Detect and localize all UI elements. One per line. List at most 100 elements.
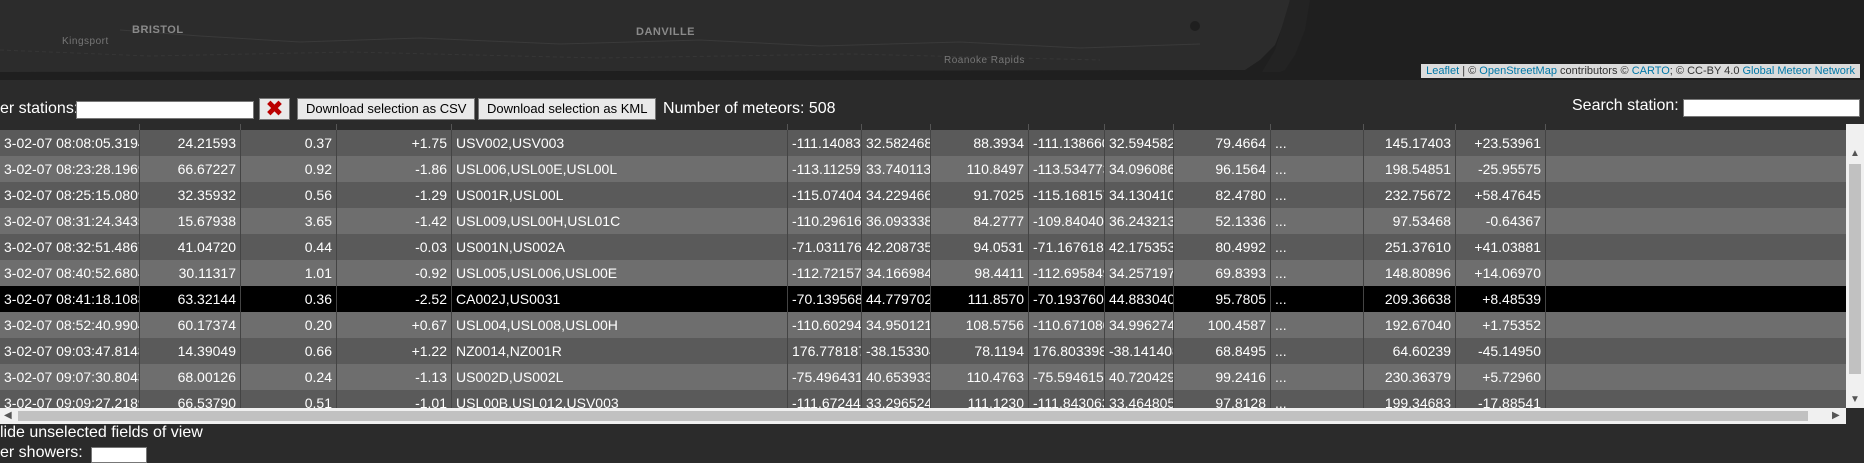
leaflet-link[interactable]: Leaflet bbox=[1426, 65, 1459, 77]
table-cell: 176.778187 bbox=[788, 338, 862, 364]
table-cell: NZ0014,NZ001R bbox=[452, 338, 788, 364]
table-row[interactable]: 3-02-07 09:09:27.21893166.537900.51-1.01… bbox=[0, 390, 1846, 408]
table-cell: 1.01 bbox=[241, 260, 337, 286]
download-csv-button[interactable]: Download selection as CSV bbox=[297, 98, 476, 120]
map-panel[interactable]: Kingsport BRISTOL DANVILLE Roanoke Rapid… bbox=[0, 0, 1864, 80]
scroll-left-icon[interactable]: ◀ bbox=[4, 410, 12, 421]
table-cell: USL006,USL00E,USL00L bbox=[452, 156, 788, 182]
scroll-down-icon[interactable]: ▼ bbox=[1850, 394, 1860, 405]
table-cell: -1.01 bbox=[337, 390, 452, 408]
hide-unselected-label[interactable]: lide unselected fields of view bbox=[0, 424, 203, 442]
table-cell: USV002,USV003 bbox=[452, 130, 788, 156]
table-row[interactable]: 3-02-07 08:25:15.08091232.359320.56-1.29… bbox=[0, 182, 1846, 208]
table-cell: -112.695849 bbox=[1029, 260, 1105, 286]
table-cell: 34.166984 bbox=[862, 260, 931, 286]
table-cell: -0.64367 bbox=[1456, 208, 1546, 234]
table-row-selected[interactable]: 3-02-07 08:41:18.10888163.321440.36-2.52… bbox=[0, 286, 1846, 312]
meteor-count: Number of meteors: 508 bbox=[663, 100, 836, 117]
filter-stations-input[interactable] bbox=[76, 101, 254, 119]
table-cell: +1.75 bbox=[337, 130, 452, 156]
table-cell: 42.175353 bbox=[1105, 234, 1174, 260]
scroll-right-icon[interactable]: ▶ bbox=[1832, 410, 1840, 421]
table-row[interactable]: 3-02-07 08:40:52.68041330.113171.01-0.92… bbox=[0, 260, 1846, 286]
table-cell: 209.36638 bbox=[1364, 286, 1456, 312]
table-cell: 0.92 bbox=[241, 156, 337, 182]
table-row[interactable]: 3-02-07 08:08:05.31944924.215930.37+1.75… bbox=[0, 130, 1846, 156]
scroll-thumb[interactable] bbox=[1849, 164, 1861, 374]
table-cell: 69.8393 bbox=[1174, 260, 1271, 286]
table-cell: -0.03 bbox=[337, 234, 452, 260]
table-row[interactable]: 3-02-07 08:31:24.34352415.679383.65-1.42… bbox=[0, 208, 1846, 234]
filter-showers-input[interactable] bbox=[91, 446, 148, 463]
table-row[interactable]: 3-02-07 08:23:28.19696266.672270.92-1.86… bbox=[0, 156, 1846, 182]
search-station-input[interactable] bbox=[1683, 99, 1860, 117]
map-place-label: Kingsport bbox=[62, 36, 109, 47]
table-cell: USL005,USL006,USL00E bbox=[452, 260, 788, 286]
table-cell: 3-02-07 09:09:27.218931 bbox=[0, 390, 140, 408]
table-cell: -71.031176 bbox=[788, 234, 862, 260]
table-cell: 68.00126 bbox=[140, 364, 241, 390]
table-cell: ... bbox=[1271, 312, 1364, 338]
table-cell: -70.193760 bbox=[1029, 286, 1105, 312]
table-cell: 111.1230 bbox=[931, 390, 1029, 408]
table-cell: 15.67938 bbox=[140, 208, 241, 234]
scroll-thumb[interactable] bbox=[18, 411, 1808, 421]
table-cell: 0.66 bbox=[241, 338, 337, 364]
table-cell: +14.06970 bbox=[1456, 260, 1546, 286]
carto-link[interactable]: CARTO bbox=[1632, 65, 1670, 77]
table-cell: 64.60239 bbox=[1364, 338, 1456, 364]
table-row[interactable]: 3-02-07 08:32:51.48672541.047200.44-0.03… bbox=[0, 234, 1846, 260]
table-cell: 34.950121 bbox=[862, 312, 931, 338]
attribution-text: | © bbox=[1459, 65, 1480, 77]
table-cell: 36.093338 bbox=[862, 208, 931, 234]
table-cell: 111.8570 bbox=[931, 286, 1029, 312]
download-kml-button[interactable]: Download selection as KML bbox=[478, 98, 657, 120]
table-cell: -25.95575 bbox=[1456, 156, 1546, 182]
openstreetmap-link[interactable]: OpenStreetMap bbox=[1479, 65, 1557, 77]
table-row[interactable]: 3-02-07 09:07:30.80435468.001260.24-1.13… bbox=[0, 364, 1846, 390]
table-cell: +1.22 bbox=[337, 338, 452, 364]
global-meteor-network-link[interactable]: Global Meteor Network bbox=[1743, 65, 1856, 77]
table-cell: ... bbox=[1271, 364, 1364, 390]
table-cell: 94.0531 bbox=[931, 234, 1029, 260]
table-cell: USL004,USL008,USL00H bbox=[452, 312, 788, 338]
search-station-label: Search station: bbox=[1572, 97, 1679, 114]
table-cell: 66.67227 bbox=[140, 156, 241, 182]
filter-showers-label: er showers: bbox=[0, 444, 83, 461]
table-cell: 52.1336 bbox=[1174, 208, 1271, 234]
table-cell: 36.243213 bbox=[1105, 208, 1174, 234]
table-cell: -0.92 bbox=[337, 260, 452, 286]
table-cell: -2.52 bbox=[337, 286, 452, 312]
table-cell: +58.47645 bbox=[1456, 182, 1546, 208]
table-cell: 34.096086 bbox=[1105, 156, 1174, 182]
table-cell: 96.1564 bbox=[1174, 156, 1271, 182]
table-row[interactable]: 3-02-07 09:03:47.81481714.390490.66+1.22… bbox=[0, 338, 1846, 364]
table-cell: -45.14950 bbox=[1456, 338, 1546, 364]
horizontal-scrollbar[interactable]: ◀ ▶ bbox=[0, 408, 1846, 424]
table-cell: USL00B,USL012,USV003 bbox=[452, 390, 788, 408]
table-cell: US001R,USL00L bbox=[452, 182, 788, 208]
table-cell: US002D,US002L bbox=[452, 364, 788, 390]
table-cell: 232.75672 bbox=[1364, 182, 1456, 208]
table-cell: ... bbox=[1271, 182, 1364, 208]
map-place-label: DANVILLE bbox=[636, 26, 695, 38]
table-cell: 3.65 bbox=[241, 208, 337, 234]
table-cell: 33.740113 bbox=[862, 156, 931, 182]
table-cell: -110.296164 bbox=[788, 208, 862, 234]
scroll-up-icon[interactable]: ▲ bbox=[1850, 148, 1860, 159]
table-cell: 100.4587 bbox=[1174, 312, 1271, 338]
table-cell: -112.721578 bbox=[788, 260, 862, 286]
table-cell: ... bbox=[1271, 234, 1364, 260]
table-cell: 230.36379 bbox=[1364, 364, 1456, 390]
attribution-text: contributors © bbox=[1556, 65, 1632, 77]
table-cell: ... bbox=[1271, 260, 1364, 286]
table-cell: 3-02-07 08:23:28.196962 bbox=[0, 156, 140, 182]
table-cell: 98.4411 bbox=[931, 260, 1029, 286]
table-cell: ... bbox=[1271, 130, 1364, 156]
vertical-scrollbar[interactable]: ▲ ▼ bbox=[1846, 124, 1864, 408]
clear-filter-button[interactable]: ✖ bbox=[259, 98, 290, 120]
table-cell: -115.168157 bbox=[1029, 182, 1105, 208]
table-cell: -109.840400 bbox=[1029, 208, 1105, 234]
table-row[interactable]: 3-02-07 08:52:40.99043260.173740.20+0.67… bbox=[0, 312, 1846, 338]
table-cell: -17.88541 bbox=[1456, 390, 1546, 408]
